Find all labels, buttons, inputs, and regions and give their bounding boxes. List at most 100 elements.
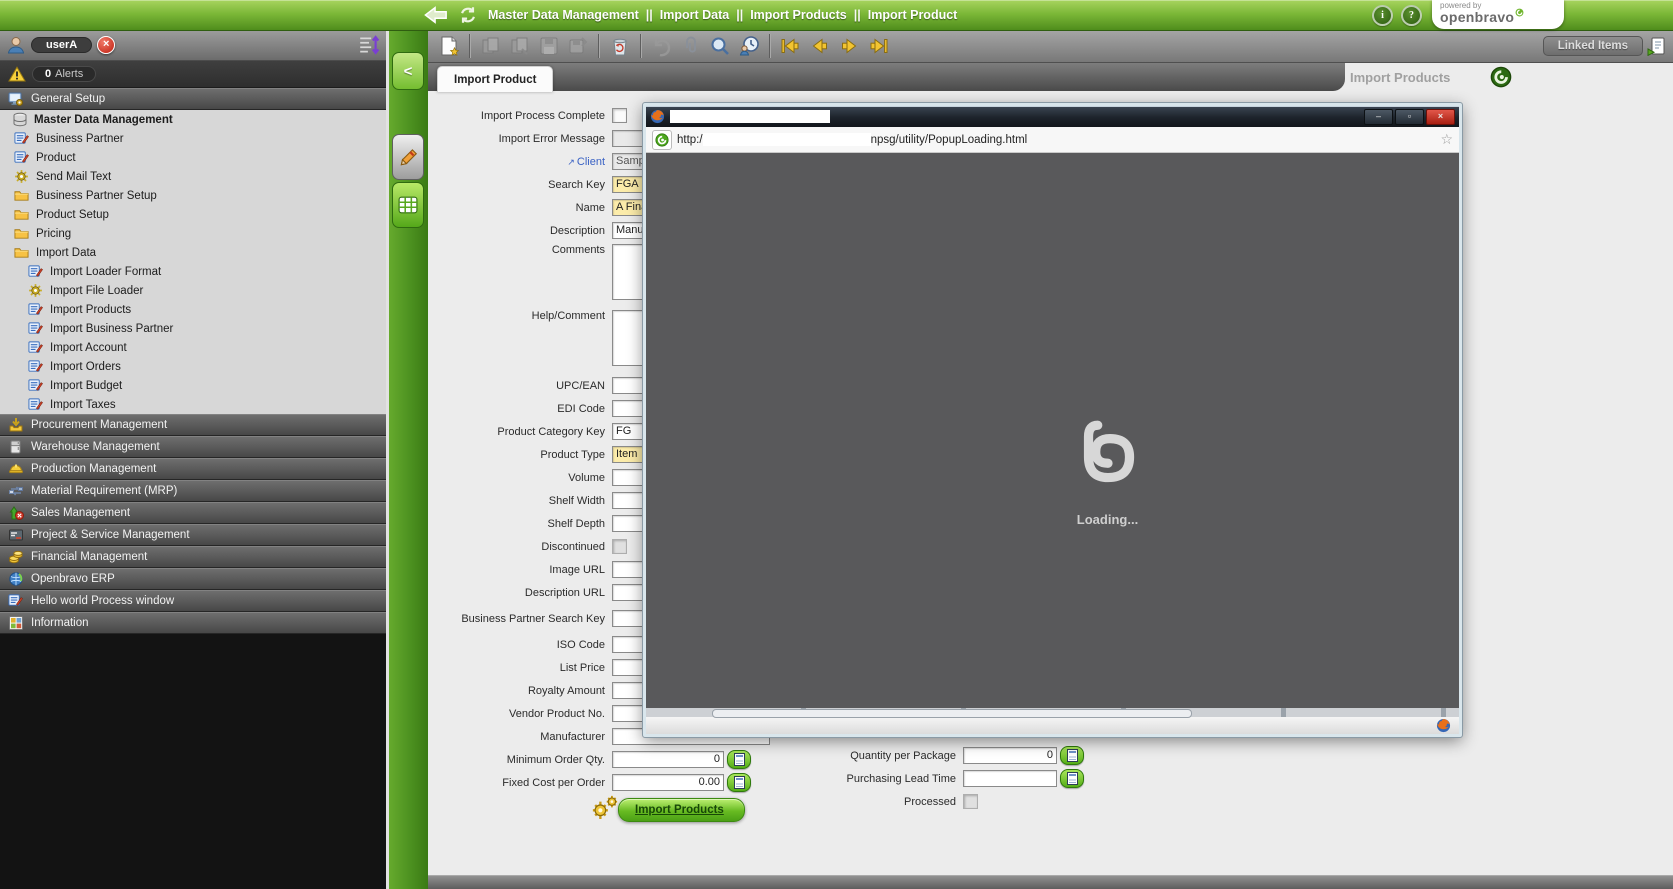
breadcrumb: Master Data Management||Import Data||Imp…	[424, 0, 957, 30]
sidebar-item-procurement-management[interactable]: Procurement Management	[0, 414, 386, 436]
minimize-button[interactable]: –	[1364, 109, 1393, 125]
menu-item-label: Import Loader Format	[50, 266, 161, 278]
sidebar-item-general-setup[interactable]: General Setup	[0, 88, 386, 110]
nav-first-button[interactable]	[778, 33, 804, 59]
help-icon[interactable]: ?	[1401, 5, 1422, 26]
label-product-category-key: Product Category Key	[428, 426, 612, 438]
powered-by-logo: powered by openbravo	[1432, 0, 1564, 29]
fixed-cost-per-order-input[interactable]: 0.00	[612, 774, 724, 791]
nav-next-button[interactable]	[836, 33, 862, 59]
process-gear-icon	[28, 283, 44, 299]
sidebar-item-openbravo-erp[interactable]: Openbravo ERP	[0, 568, 386, 590]
warning-icon	[8, 66, 26, 82]
import-products-button[interactable]: Import Products	[618, 798, 745, 822]
sidebar-item-sales-management[interactable]: Sales Management	[0, 502, 386, 524]
sidebar-item-import-products[interactable]: Import Products	[0, 300, 386, 319]
sidebar-item-import-taxes[interactable]: Import Taxes	[0, 395, 386, 414]
back-icon[interactable]	[424, 4, 448, 26]
alerts-row: 0Alerts	[0, 61, 386, 88]
menu-expand-collapse-icon[interactable]	[358, 34, 380, 56]
window-tab-import-products[interactable]: Import Products	[1350, 63, 1450, 91]
attachment-button[interactable]	[678, 33, 704, 59]
field-label: Description	[550, 225, 605, 237]
sidebar-item-product-setup[interactable]: Product Setup	[0, 205, 386, 224]
tab-import-product[interactable]: Import Product	[437, 66, 553, 92]
breadcrumb-segment-master-data-management[interactable]: Master Data Management	[488, 8, 639, 22]
label-client[interactable]: ↗Client	[428, 156, 612, 168]
close-button[interactable]: ×	[1426, 109, 1455, 125]
linked-items-icon[interactable]	[1647, 36, 1667, 56]
sidebar-item-import-account[interactable]: Import Account	[0, 338, 386, 357]
disabled-copy2-icon	[509, 35, 531, 57]
url-field[interactable]: http:/ npsg/utility/PopupLoading.html	[677, 133, 1027, 146]
sidebar-item-import-budget[interactable]: Import Budget	[0, 376, 386, 395]
quantity-per-package-input[interactable]: 0	[963, 747, 1057, 764]
minimum-order-qty-input[interactable]: 0	[612, 751, 724, 768]
nav-previous-button[interactable]	[807, 33, 833, 59]
menu-item-label: Project & Service Management	[31, 529, 190, 541]
form-row-purchasing-lead-time: Purchasing Lead Time	[778, 767, 1338, 790]
sidebar-item-business-partner-setup[interactable]: Business Partner Setup	[0, 186, 386, 205]
label-iso-code: ISO Code	[428, 639, 612, 651]
purchasing-lead-time-calculator-button[interactable]	[1060, 769, 1084, 788]
sidebar-item-send-mail-text[interactable]: Send Mail Text	[0, 167, 386, 186]
discontinued-checkbox	[612, 539, 627, 554]
pencil-icon	[397, 146, 419, 168]
sidebar-item-product[interactable]: Product	[0, 148, 386, 167]
refresh-icon[interactable]	[456, 4, 480, 26]
grid-view-button[interactable]	[392, 182, 424, 228]
breadcrumb-segment-import-product[interactable]: Import Product	[868, 8, 958, 22]
sidebar-item-import-file-loader[interactable]: Import File Loader	[0, 281, 386, 300]
sidebar-item-project-service-management[interactable]: Project & Service Management	[0, 524, 386, 546]
linked-items-tab[interactable]: Linked Items	[1543, 36, 1643, 56]
breadcrumb-segment-import-data[interactable]: Import Data	[660, 8, 729, 22]
logout-close-icon[interactable]: ×	[97, 36, 115, 54]
popup-title-redacted	[670, 110, 830, 123]
sidebar-item-warehouse-management[interactable]: Warehouse Management	[0, 436, 386, 458]
sidebar-item-information[interactable]: Information	[0, 612, 386, 634]
window-edit-icon	[8, 593, 24, 609]
field-label: Discontinued	[541, 541, 605, 553]
sidebar-item-import-orders[interactable]: Import Orders	[0, 357, 386, 376]
label-quantity-per-package: Quantity per Package	[778, 750, 963, 762]
field-label: Image URL	[549, 564, 605, 576]
info-icon[interactable]: i	[1372, 5, 1393, 26]
breadcrumb-segment-import-products[interactable]: Import Products	[750, 8, 847, 22]
sidebar-item-production-management[interactable]: Production Management	[0, 458, 386, 480]
purchasing-lead-time-input[interactable]	[963, 770, 1057, 787]
edit-view-button[interactable]	[392, 134, 424, 180]
sidebar-item-material-requirement-mrp[interactable]: Material Requirement (MRP)	[0, 480, 386, 502]
openbravo-brand: openbravo	[1440, 10, 1558, 24]
window-edit-icon	[28, 340, 44, 356]
menu-item-label: Import Orders	[50, 361, 121, 373]
sidebar-item-import-data[interactable]: Import Data	[0, 243, 386, 262]
scrollbar-thumb[interactable]	[712, 709, 1192, 718]
fixed-cost-per-order-calculator-button[interactable]	[727, 773, 751, 792]
menu-item-label: Product Setup	[36, 209, 109, 221]
processed-checkbox	[963, 794, 978, 809]
tab-bar: Import Product Import Products	[428, 63, 1673, 91]
quantity-per-package-calculator-button[interactable]	[1060, 746, 1084, 765]
alerts-badge[interactable]: 0Alerts	[32, 66, 96, 82]
horizontal-scrollbar[interactable]	[646, 708, 1459, 717]
new-record-button[interactable]	[436, 33, 462, 59]
maximize-button[interactable]: ▫	[1395, 109, 1424, 125]
import-process-complete-checkbox[interactable]	[612, 108, 627, 123]
audit-trail-button[interactable]	[736, 33, 762, 59]
bookmark-star-icon[interactable]: ☆	[1440, 131, 1453, 148]
sidebar-item-import-loader-format[interactable]: Import Loader Format	[0, 262, 386, 281]
search-button[interactable]	[707, 33, 733, 59]
delete-button[interactable]	[607, 33, 633, 59]
menu-item-label: Sales Management	[31, 507, 130, 519]
minimum-order-qty-calculator-button[interactable]	[727, 750, 751, 769]
sidebar-item-pricing[interactable]: Pricing	[0, 224, 386, 243]
popup-title-bar[interactable]: – ▫ ×	[646, 106, 1459, 127]
openbravo-window-icon[interactable]	[1490, 66, 1512, 88]
collapse-sidebar-button[interactable]: <	[392, 52, 424, 90]
sidebar-item-hello-world-process-window[interactable]: Hello world Process window	[0, 590, 386, 612]
sidebar-item-business-partner[interactable]: Business Partner	[0, 129, 386, 148]
nav-last-button[interactable]	[865, 33, 891, 59]
sidebar-item-financial-management[interactable]: Financial Management	[0, 546, 386, 568]
sidebar-item-import-business-partner[interactable]: Import Business Partner	[0, 319, 386, 338]
sidebar-item-master-data-management[interactable]: Master Data Management	[0, 110, 386, 129]
